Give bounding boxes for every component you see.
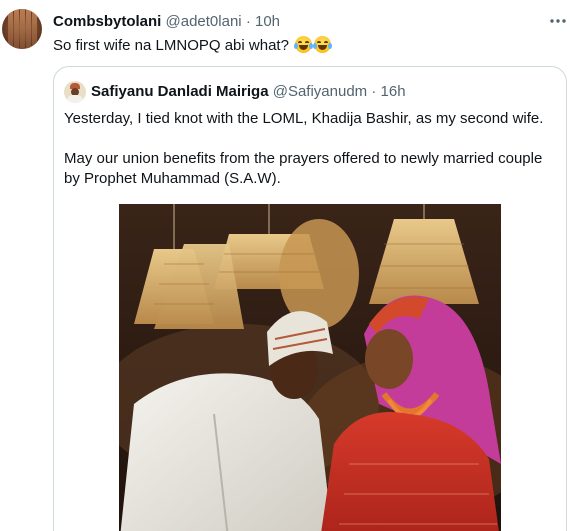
more-horizontal-icon[interactable] <box>547 10 569 32</box>
quoted-author-avatar[interactable] <box>64 81 86 103</box>
tweet-text-content: So first wife na LMNOPQ abi what? <box>53 37 289 54</box>
quoted-header-separator: · <box>371 83 377 100</box>
author-avatar[interactable] <box>2 9 42 49</box>
quoted-author-name[interactable]: Safiyanu Danladi Mairiga <box>91 83 269 100</box>
quoted-paragraph-2: May our union benefits from the prayers … <box>64 150 543 187</box>
author-handle[interactable]: @adet0lani <box>166 13 242 30</box>
quoted-tweet[interactable]: Safiyanu Danladi Mairiga @Safiyanudm · 1… <box>53 66 567 531</box>
quoted-tweet-header: Safiyanu Danladi Mairiga @Safiyanudm · 1… <box>91 83 406 101</box>
header-separator: · <box>245 13 251 30</box>
tears-of-joy-emoji-icon <box>294 36 314 53</box>
author-name[interactable]: Combsbytolani <box>53 13 161 30</box>
quoted-author-handle[interactable]: @Safiyanudm <box>273 83 367 100</box>
tears-of-joy-emoji-icon <box>313 36 333 53</box>
tweet-text: So first wife na LMNOPQ abi what? <box>53 36 333 56</box>
wedding-photo-illustration <box>119 204 501 531</box>
quoted-tweet-time[interactable]: 16h <box>381 83 406 100</box>
wedding-photo[interactable] <box>119 204 501 531</box>
quoted-paragraph-1: Yesterday, I tied knot with the LOML, Kh… <box>64 110 544 127</box>
tweet[interactable]: Combsbytolani @adet0lani · 10h So first … <box>0 0 575 531</box>
more-dots-svg <box>550 19 566 23</box>
tweet-time[interactable]: 10h <box>255 13 280 30</box>
quoted-tweet-text: Yesterday, I tied knot with the LOML, Kh… <box>64 109 559 189</box>
tweet-header: Combsbytolani @adet0lani · 10h <box>53 13 280 31</box>
